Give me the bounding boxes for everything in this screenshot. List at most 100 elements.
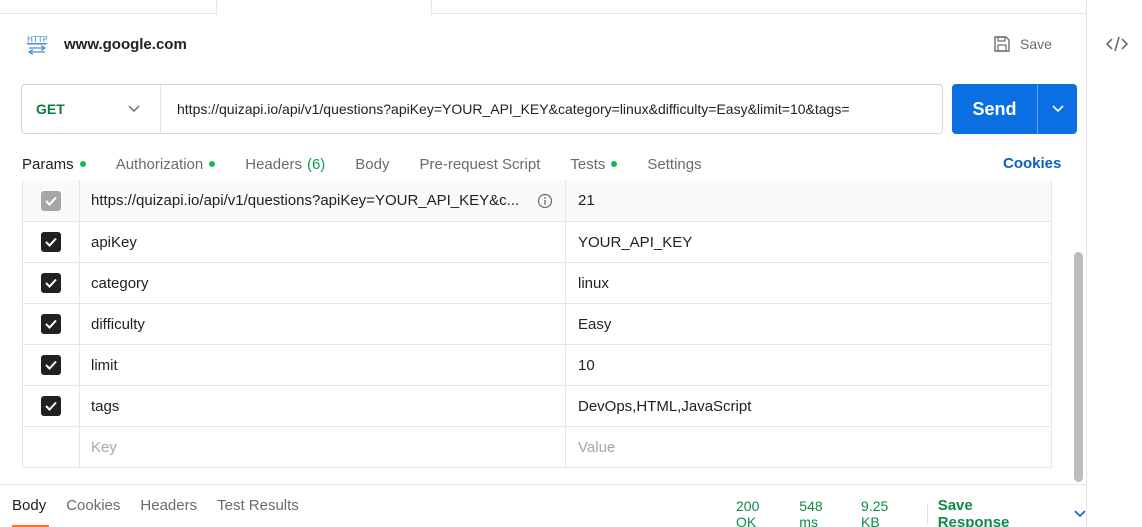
row-checkbox[interactable] <box>41 232 61 252</box>
save-icon <box>994 36 1010 52</box>
save-response-button[interactable]: Save Response <box>938 497 1086 527</box>
tab-response-body[interactable]: Body <box>12 497 46 514</box>
method-label: GET <box>36 101 65 117</box>
table-row: category linux <box>23 263 1051 304</box>
value-input[interactable]: Value <box>566 427 1051 467</box>
tab-params[interactable]: Params <box>22 156 86 173</box>
checkbox-cell <box>23 222 80 262</box>
right-rail <box>1086 0 1142 527</box>
check-icon <box>45 360 57 370</box>
scrollbar[interactable] <box>1072 180 1084 485</box>
code-snippet-button[interactable] <box>1104 33 1130 55</box>
chevron-down-icon <box>1051 105 1064 113</box>
svg-text:HTTP: HTTP <box>27 35 48 44</box>
chevron-down-icon <box>128 105 140 113</box>
active-request-tab[interactable] <box>216 0 432 15</box>
response-bar: Body Cookies Headers Test Results 200 OK… <box>0 484 1086 527</box>
send-button-group: Send <box>952 84 1077 134</box>
key-cell[interactable]: limit <box>80 345 566 385</box>
status-dot <box>79 161 86 167</box>
cookies-link[interactable]: Cookies <box>1003 155 1061 172</box>
tab-label: Pre-request Script <box>419 155 541 173</box>
table-row: https://quizapi.io/api/v1/questions?apiK… <box>23 180 1051 222</box>
key-text: https://quizapi.io/api/v1/questions?apiK… <box>91 192 520 209</box>
check-icon <box>45 237 57 247</box>
tab-label: Tests <box>570 155 606 173</box>
chevron-down-icon <box>1074 510 1086 518</box>
tab-headers[interactable]: Headers (6) <box>245 156 325 173</box>
row-checkbox[interactable] <box>41 355 61 375</box>
checkbox-cell <box>23 427 80 467</box>
tab-strip <box>0 0 1086 15</box>
value-cell[interactable]: 21 <box>566 180 1051 221</box>
status-dot <box>611 161 618 167</box>
tab-label: Params <box>22 155 74 173</box>
save-label: Save <box>1020 36 1052 52</box>
http-request-icon: HTTP <box>22 32 52 56</box>
params-table: https://quizapi.io/api/v1/questions?apiK… <box>22 180 1052 468</box>
save-button[interactable]: Save <box>992 32 1052 56</box>
value-cell[interactable]: Easy <box>566 304 1051 344</box>
status-code[interactable]: 200 OK <box>736 498 783 527</box>
tab-test-results[interactable]: Test Results <box>217 497 299 514</box>
url-input[interactable]: https://quizapi.io/api/v1/questions?apiK… <box>161 85 942 133</box>
row-checkbox[interactable] <box>41 314 61 334</box>
tab-pre-request-script[interactable]: Pre-request Script <box>420 156 541 173</box>
tab-tests[interactable]: Tests <box>570 155 618 173</box>
tab-response-cookies[interactable]: Cookies <box>66 497 120 514</box>
key-cell[interactable]: apiKey <box>80 222 566 262</box>
key-cell[interactable]: tags <box>80 386 566 426</box>
table-row: tags DevOps,HTML,JavaScript <box>23 386 1051 427</box>
check-icon <box>45 278 57 288</box>
table-row: apiKey YOUR_API_KEY <box>23 222 1051 263</box>
row-checkbox[interactable] <box>41 273 61 293</box>
response-size[interactable]: 9.25 KB <box>861 498 911 527</box>
status-dot <box>209 161 216 167</box>
send-button[interactable]: Send <box>952 84 1037 134</box>
key-cell[interactable]: difficulty <box>80 304 566 344</box>
response-tabs: Body Cookies Headers Test Results <box>12 497 319 514</box>
request-header: HTTP www.google.com <box>22 30 187 58</box>
tab-label: Body <box>355 155 390 173</box>
request-title[interactable]: www.google.com <box>64 36 187 53</box>
tab-count: (6) <box>306 155 326 173</box>
check-icon <box>45 196 57 206</box>
check-icon <box>45 401 57 411</box>
tab-authorization[interactable]: Authorization <box>116 156 216 173</box>
tab-response-headers[interactable]: Headers <box>140 497 197 514</box>
tab-body[interactable]: Body <box>355 156 389 173</box>
key-cell[interactable]: category <box>80 263 566 303</box>
row-checkbox[interactable] <box>41 190 61 211</box>
row-checkbox[interactable] <box>41 396 61 416</box>
checkbox-cell <box>23 180 80 221</box>
value-cell[interactable]: linux <box>566 263 1051 303</box>
tab-label: Authorization <box>115 155 204 173</box>
value-cell[interactable]: 10 <box>566 345 1051 385</box>
checkbox-cell <box>23 345 80 385</box>
send-options-button[interactable] <box>1038 84 1077 134</box>
checkbox-cell <box>23 304 80 344</box>
value-cell[interactable]: YOUR_API_KEY <box>566 222 1051 262</box>
table-row-empty: Key Value <box>23 427 1051 468</box>
method-select[interactable]: GET <box>22 85 161 133</box>
tab-label: Settings <box>647 155 702 173</box>
save-response-label: Save Response <box>937 497 1010 527</box>
tab-label: Headers <box>245 155 302 173</box>
checkbox-cell <box>23 263 80 303</box>
table-row: limit 10 <box>23 345 1051 386</box>
key-input[interactable]: Key <box>80 427 566 467</box>
divider <box>926 504 928 524</box>
response-time[interactable]: 548 ms <box>799 498 845 527</box>
scrollbar-thumb[interactable] <box>1074 252 1083 482</box>
code-icon <box>1106 36 1128 52</box>
checkbox-cell <box>23 386 80 426</box>
request-tabs: Params Authorization Headers (6) Body Pre… <box>22 152 732 176</box>
check-icon <box>45 319 57 329</box>
url-bar: GET https://quizapi.io/api/v1/questions?… <box>21 84 943 134</box>
info-icon[interactable] <box>537 193 553 209</box>
value-cell[interactable]: DevOps,HTML,JavaScript <box>566 386 1051 426</box>
response-meta: 200 OK 548 ms 9.25 KB Save Response <box>736 497 1086 527</box>
table-row: difficulty Easy <box>23 304 1051 345</box>
key-cell[interactable]: https://quizapi.io/api/v1/questions?apiK… <box>80 180 566 221</box>
tab-settings[interactable]: Settings <box>647 156 701 173</box>
